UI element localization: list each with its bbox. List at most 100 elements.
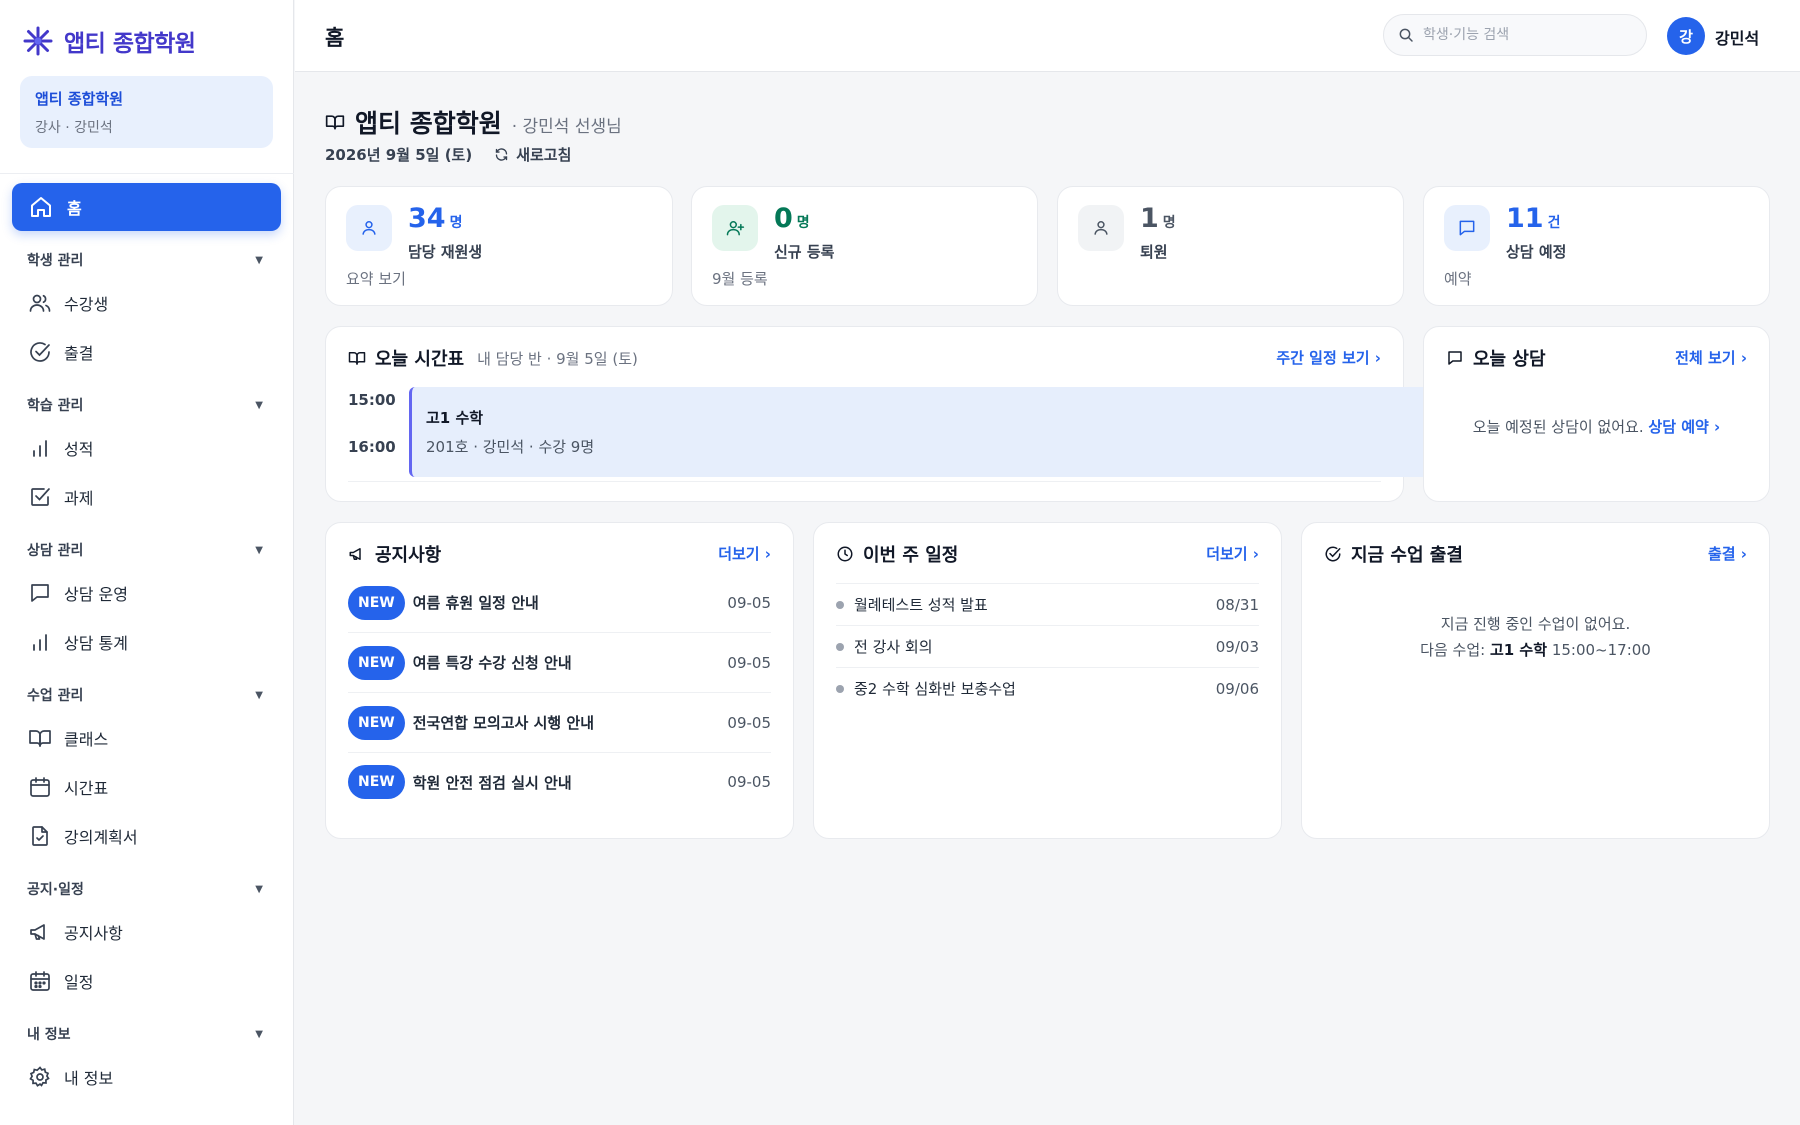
logo[interactable]: 앱티 종합학원 <box>22 24 196 58</box>
refresh-label: 새로고침 <box>516 146 572 164</box>
stat-card-new[interactable]: 0명 신규 등록 9월 등록 <box>691 186 1038 306</box>
caret-down-icon: ▼ <box>255 883 263 895</box>
user-icon <box>1078 205 1124 251</box>
empty-message: 지금 진행 중인 수업이 없어요. <box>1440 615 1631 633</box>
sidebar-item-syllabus[interactable]: 강의계획서 <box>28 823 138 849</box>
all-consult-link[interactable]: 전체 보기 › <box>1675 347 1747 368</box>
nav-group-student[interactable]: 학생 관리 ▼ <box>27 250 263 270</box>
sidebar-item-label: 성적 <box>64 440 94 459</box>
org-card[interactable]: 앱티 종합학원 강사 · 강민석 <box>20 76 273 148</box>
bullet-dot <box>836 600 844 609</box>
stat-label: 퇴원 <box>1140 243 1168 261</box>
card-title: 오늘 시간표 <box>375 349 465 370</box>
sidebar-item-schedule[interactable]: 일정 <box>28 968 93 994</box>
class-event[interactable]: 고1 수학 201호 · 강민석 · 수강 9명 <box>409 387 1464 477</box>
checkbox-icon <box>31 488 50 506</box>
users-icon <box>29 294 51 312</box>
attendance-link[interactable]: 출결 › <box>1708 543 1747 564</box>
sidebar-item-label: 내 정보 <box>64 1069 114 1088</box>
next-class-info: 다음 수업: 고1 수학 15:00~17:00 <box>1302 637 1769 663</box>
refresh-button[interactable]: 새로고침 <box>494 144 571 165</box>
nav-group-consult[interactable]: 상담 관리 ▼ <box>27 540 263 560</box>
stat-label: 상담 예정 <box>1506 243 1567 261</box>
card-title: 공지사항 <box>375 545 442 566</box>
topbar: 홈 강 강민석 <box>295 0 1800 72</box>
sidebar-item-attendance[interactable]: 출결 <box>28 339 93 365</box>
sidebar-item-students[interactable]: 수강생 <box>28 290 108 316</box>
caret-down-icon: ▼ <box>255 254 263 266</box>
card-header: 지금 수업 출결 <box>1324 541 1463 567</box>
list-item[interactable]: NEW 전국연합 모의고사 시행 안내 09-05 <box>348 693 771 753</box>
nav-group-label: 상담 관리 <box>27 543 84 559</box>
nav-group-class[interactable]: 수업 관리 ▼ <box>27 685 263 705</box>
notice-title: 학원 안전 점검 실시 안내 <box>412 773 572 792</box>
stat-card-consult[interactable]: 11 건 상담 예정 예약 <box>1423 186 1770 306</box>
gear-icon <box>29 1066 50 1087</box>
sidebar-item-timetable[interactable]: 시간표 <box>28 774 108 800</box>
new-badge: NEW <box>348 705 405 740</box>
search-icon <box>1399 28 1413 42</box>
list-item[interactable]: NEW 학원 안전 점검 실시 안내 09-05 <box>348 752 771 812</box>
search-box[interactable] <box>1383 14 1647 56</box>
list-item[interactable]: 전 강사 회의 09/03 <box>836 625 1259 667</box>
message-icon <box>1444 205 1490 251</box>
stat-value: 1명 <box>1140 203 1176 234</box>
bullet-dot <box>836 642 844 651</box>
next-class-prefix: 다음 수업: <box>1420 641 1486 659</box>
sidebar-item-home[interactable]: 홈 <box>12 183 281 231</box>
sidebar-item-grades[interactable]: 성적 <box>28 435 93 461</box>
card-title: 이번 주 일정 <box>863 545 959 566</box>
schedule-date: 09/03 <box>1215 637 1259 656</box>
sidebar-item-label: 상담 운영 <box>64 585 128 604</box>
search-input[interactable] <box>1423 27 1623 43</box>
caret-down-icon: ▼ <box>255 689 263 701</box>
weekly-schedule-link[interactable]: 주간 일정 보기 › <box>1276 347 1381 368</box>
notice-date: 09-05 <box>727 593 771 612</box>
sidebar-item-profile[interactable]: 내 정보 <box>28 1064 113 1090</box>
list-item[interactable]: 중2 수학 심화반 보충수업 09/06 <box>836 667 1259 709</box>
notices-more-link[interactable]: 더보기 › <box>718 543 771 564</box>
timetable-card: 오늘 시간표 내 담당 반 · 9월 5일 (토) 주간 일정 보기 › 15:… <box>325 326 1464 502</box>
schedule-title: 전 강사 회의 <box>854 638 933 656</box>
list-item[interactable]: NEW 여름 특강 수강 신청 안내 09-05 <box>348 633 771 693</box>
schedule-more-link[interactable]: 더보기 › <box>1206 543 1259 564</box>
sidebar-item-classes[interactable]: 클래스 <box>28 725 108 751</box>
nav-group-learning[interactable]: 학습 관리 ▼ <box>27 395 263 415</box>
list-item[interactable]: NEW 여름 휴원 일정 안내 09-05 <box>348 573 771 633</box>
sidebar-item-consult-stats[interactable]: 상담 통계 <box>28 629 128 655</box>
check-circle-icon <box>1325 546 1341 562</box>
page-title: 홈 <box>325 26 345 50</box>
home-icon <box>31 197 51 217</box>
org-name: 앱티 종합학원 <box>35 90 124 108</box>
consult-reserve-link[interactable]: 상담 예약 › <box>1648 418 1720 436</box>
sidebar-item-label: 수강생 <box>64 295 109 314</box>
sidebar-item-consult-ops[interactable]: 상담 운영 <box>28 580 128 606</box>
empty-state: 지금 진행 중인 수업이 없어요. 다음 수업: 고1 수학 15:00~17:… <box>1302 611 1769 663</box>
caret-down-icon: ▼ <box>255 1028 263 1040</box>
stat-value: 34 명 <box>408 203 463 234</box>
notice-date: 09-05 <box>727 653 771 672</box>
nav-group-notice[interactable]: 공지·일정 ▼ <box>27 879 263 899</box>
time-label: 15:00 <box>348 391 396 409</box>
megaphone-icon <box>30 924 45 940</box>
timeline-divider <box>348 481 1381 482</box>
sidebar-item-label: 상담 통계 <box>64 634 128 653</box>
card-subtitle: 내 담당 반 · 9월 5일 (토) <box>477 349 638 368</box>
list-item[interactable]: 월례테스트 성적 발표 08/31 <box>836 583 1259 625</box>
card-header: 오늘 상담 <box>1446 345 1546 371</box>
stat-card-students[interactable]: 34 명 담당 재원생 요약 보기 <box>325 186 673 306</box>
sidebar-item-notices[interactable]: 공지사항 <box>28 919 123 945</box>
new-badge: NEW <box>348 645 405 680</box>
nav-group-profile[interactable]: 내 정보 ▼ <box>27 1024 263 1044</box>
current-date: 2026년 9월 5일 (토) <box>325 146 473 164</box>
stat-value: 11 건 <box>1506 203 1561 234</box>
bar-chart-icon <box>33 440 47 457</box>
avatar[interactable]: 강 <box>1667 17 1705 55</box>
sidebar-item-homework[interactable]: 과제 <box>28 484 93 510</box>
bullet-dot <box>836 684 844 693</box>
stat-card-withdrawn[interactable]: 1명 퇴원 <box>1057 186 1404 306</box>
file-check-icon <box>32 826 48 846</box>
nav-group-label: 학습 관리 <box>27 398 84 414</box>
caret-down-icon: ▼ <box>255 544 263 556</box>
user-name[interactable]: 강민석 <box>1715 25 1759 49</box>
